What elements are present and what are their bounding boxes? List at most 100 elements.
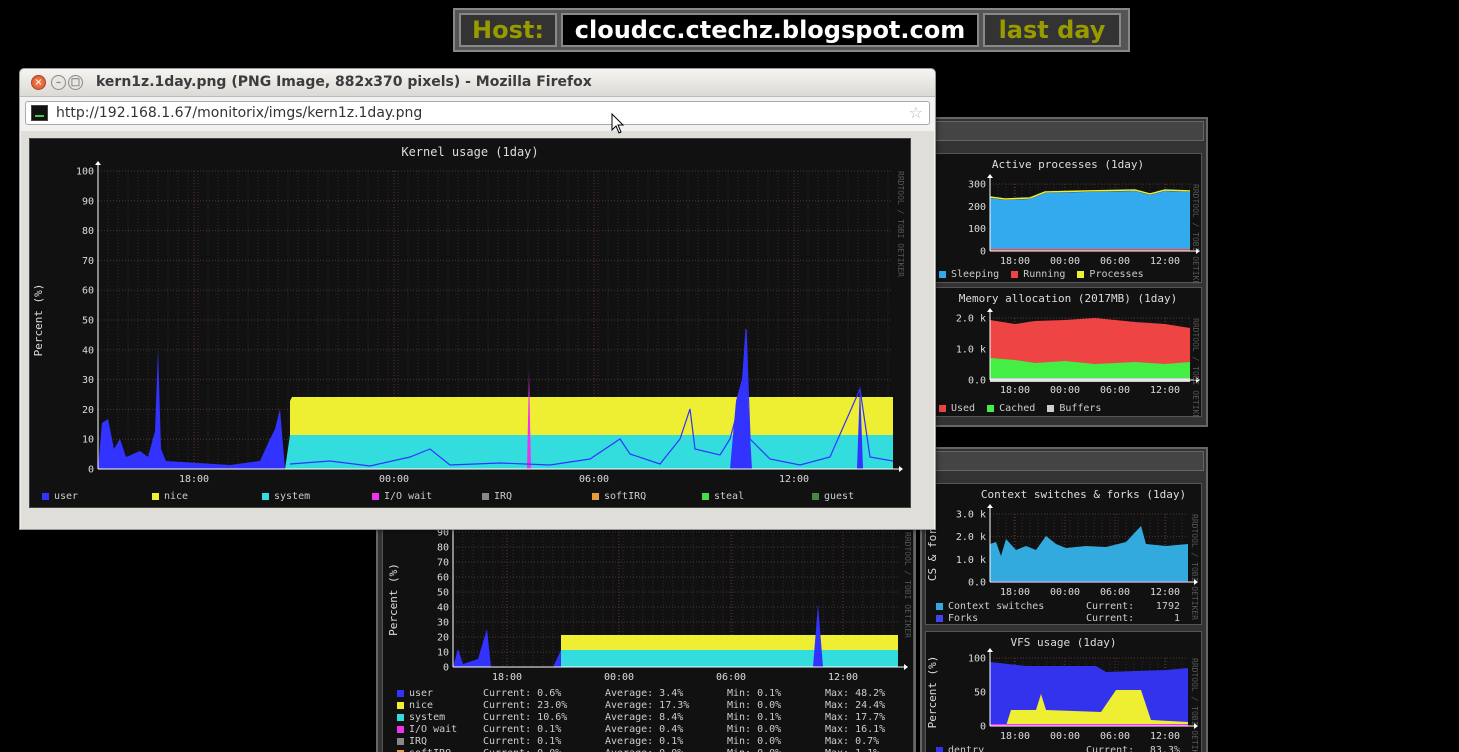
x-tick-label: 00:00 xyxy=(604,672,634,683)
rrdtool-watermark: RRDTOOL / TOBI OETIKER xyxy=(896,171,905,277)
bookmark-star-icon[interactable]: ☆ xyxy=(909,103,923,122)
y-tick-label: 10 xyxy=(437,648,449,659)
kernel-legend: user nice system I/O wait IRQ softIRQ steal gue… xyxy=(42,491,922,502)
legend-cached: Cached xyxy=(999,403,1036,414)
rrdtool-watermark: RRDTOOL / TOBI OETIKER xyxy=(1190,658,1199,752)
legend-item: guest xyxy=(812,491,922,502)
rrdtool-watermark: RRDTOOL / TOBI OETIKER xyxy=(1191,318,1200,418)
processes-plot: 300 200 100 0 18:00 00:00 06:00 12:00 RRDTOOL / … xyxy=(968,174,1200,284)
y-tick-label: 1.0 k xyxy=(956,555,986,566)
memory-plot: 2.0 k 1.0 k 0.0 18:00 00:00 06:00 12:00 RRDTOOL… xyxy=(956,308,1200,418)
url-bar[interactable]: http://192.168.1.67/monitorix/imgs/kern1… xyxy=(25,101,930,125)
ctx-legend-item: Forks Current: 1 xyxy=(936,613,1186,625)
legend-buffers: Buffers xyxy=(1059,403,1102,414)
period-label[interactable]: last day xyxy=(983,13,1121,47)
kernel-main-plot: 100908070605040302010018:00 00:00 06:00 12:… xyxy=(32,161,905,485)
vfs-plot: 100 50 0 18:00 00:00 06:00 12:00 Percent (%) RRD… xyxy=(926,648,1199,752)
host-value: cloudcc.ctechz.blogspot.com xyxy=(561,13,979,47)
ctx-legend: Context switches Current: 1792 Forks Current… xyxy=(936,601,1186,625)
fs-panel: Context switches & forks (1day) 3.0 k 2.0… xyxy=(920,447,1208,752)
x-tick-label: 06:00 xyxy=(1100,256,1130,267)
x-tick-label: 12:00 xyxy=(779,474,809,485)
rrdtool-watermark: RRDTOOL / TOBI OETIKER xyxy=(1190,514,1199,620)
legend-item: nice xyxy=(152,491,262,502)
x-tick-label: 18:00 xyxy=(1000,587,1030,598)
maximize-button[interactable]: □ xyxy=(68,75,83,90)
memory-legend: Used Cached Buffers xyxy=(939,403,1101,414)
panel-header-bar xyxy=(924,451,1204,471)
x-tick-label: 00:00 xyxy=(379,474,409,485)
legend-item: softIRQ xyxy=(592,491,702,502)
x-tick-label: 18:00 xyxy=(1000,385,1030,396)
y-tick-label: 50 xyxy=(82,316,94,327)
y-tick-label: 100 xyxy=(968,224,986,235)
y-tick-label: 0 xyxy=(88,465,94,476)
panel-header-bar xyxy=(924,121,1204,141)
x-tick-label: 12:00 xyxy=(828,672,858,683)
host-label: Host: xyxy=(459,13,557,47)
y-tick-label: 20 xyxy=(82,405,94,416)
processes-graph[interactable]: Active processes (1day) 300 200 100 0 18:00 0… xyxy=(934,153,1202,284)
system-panel: Active processes (1day) 300 200 100 0 18:00 0… xyxy=(920,117,1208,427)
mouse-cursor-icon xyxy=(611,113,625,134)
x-tick-label: 12:00 xyxy=(1150,385,1180,396)
rrdtool-watermark: RRDTOOL / TOBI OETIKER xyxy=(1191,184,1200,284)
close-button[interactable]: × xyxy=(31,75,46,90)
kernel-main-graph: Kernel usage (1day) 100 90 80 70 60 50 40 30 20 1… xyxy=(30,139,910,507)
y-tick-label: 0.0 xyxy=(968,578,986,589)
window-titlebar[interactable]: × – □ kern1z.1day.png (PNG Image, 882x37… xyxy=(20,69,935,97)
legend-item: IRQ xyxy=(482,491,592,502)
legend-item: I/O wait xyxy=(372,491,482,502)
x-tick-label: 12:00 xyxy=(1150,256,1180,267)
x-tick-label: 00:00 xyxy=(1050,256,1080,267)
legend-used: Used xyxy=(951,403,976,414)
x-tick-label: 18:00 xyxy=(1000,731,1030,742)
legend-processes: Processes xyxy=(1089,269,1144,280)
y-tick-label: 30 xyxy=(82,375,94,386)
vfs-legend: dentry Current: 83.3% xyxy=(936,745,1186,752)
kernel-usage-image: Kernel usage (1day) 100 90 80 70 60 50 40 30 20 1… xyxy=(29,138,911,508)
x-tick-label: 00:00 xyxy=(1050,587,1080,598)
y-tick-label: 200 xyxy=(968,202,986,213)
legend-item: steal xyxy=(702,491,812,502)
x-tick-label: 06:00 xyxy=(1100,731,1130,742)
x-tick-label: 12:00 xyxy=(1150,731,1180,742)
url-text[interactable]: http://192.168.1.67/monitorix/imgs/kern1… xyxy=(56,105,422,121)
y-tick-label: 30 xyxy=(437,618,449,629)
x-tick-label: 06:00 xyxy=(716,672,746,683)
y-tick-label: 90 xyxy=(82,196,94,207)
y-tick-label: 1.0 k xyxy=(956,345,986,356)
vfs-graph[interactable]: VFS usage (1day) 100 50 0 18:00 00:00 06:00 12… xyxy=(925,631,1202,752)
y-tick-label: 0 xyxy=(980,247,986,258)
x-tick-label: 06:00 xyxy=(1100,587,1130,598)
x-tick-label: 00:00 xyxy=(1050,731,1080,742)
y-axis-label: Percent (%) xyxy=(32,284,45,357)
ctx-legend-item: Context switches Current: 1792 xyxy=(936,601,1186,613)
x-tick-label: 12:00 xyxy=(1150,587,1180,598)
memory-graph[interactable]: Memory allocation (2017MB) (1day) 2.0 k1… xyxy=(934,287,1202,418)
x-tick-label: 18:00 xyxy=(1000,256,1030,267)
x-tick-label: 00:00 xyxy=(1050,385,1080,396)
legend-item: user xyxy=(42,491,152,502)
y-axis-label: Percent (%) xyxy=(387,563,400,636)
x-tick-label: 18:00 xyxy=(492,672,522,683)
x-tick-label: 06:00 xyxy=(579,474,609,485)
y-tick-label: 40 xyxy=(437,603,449,614)
vfs-legend-item: dentry Current: 83.3% xyxy=(936,745,1186,752)
y-tick-label: 100 xyxy=(968,654,986,665)
y-tick-label: 3.0 k xyxy=(956,510,986,521)
processes-legend: Sleeping Running Processes xyxy=(939,269,1144,280)
y-tick-label: 80 xyxy=(82,226,94,237)
y-tick-label: 60 xyxy=(82,286,94,297)
y-tick-label: 2.0 k xyxy=(956,532,986,543)
ctx-graph[interactable]: Context switches & forks (1day) 3.0 k 2.0… xyxy=(925,483,1202,625)
y-tick-label: 60 xyxy=(437,573,449,584)
y-axis-label: Percent (%) xyxy=(926,656,939,729)
minimize-button[interactable]: – xyxy=(51,75,66,90)
legend-item: system xyxy=(262,491,372,502)
y-tick-label: 50 xyxy=(974,688,986,699)
y-tick-label: 70 xyxy=(437,558,449,569)
firefox-window[interactable]: × – □ kern1z.1day.png (PNG Image, 882x37… xyxy=(19,68,936,530)
site-favicon-icon xyxy=(31,105,48,121)
y-tick-label: 80 xyxy=(437,543,449,554)
